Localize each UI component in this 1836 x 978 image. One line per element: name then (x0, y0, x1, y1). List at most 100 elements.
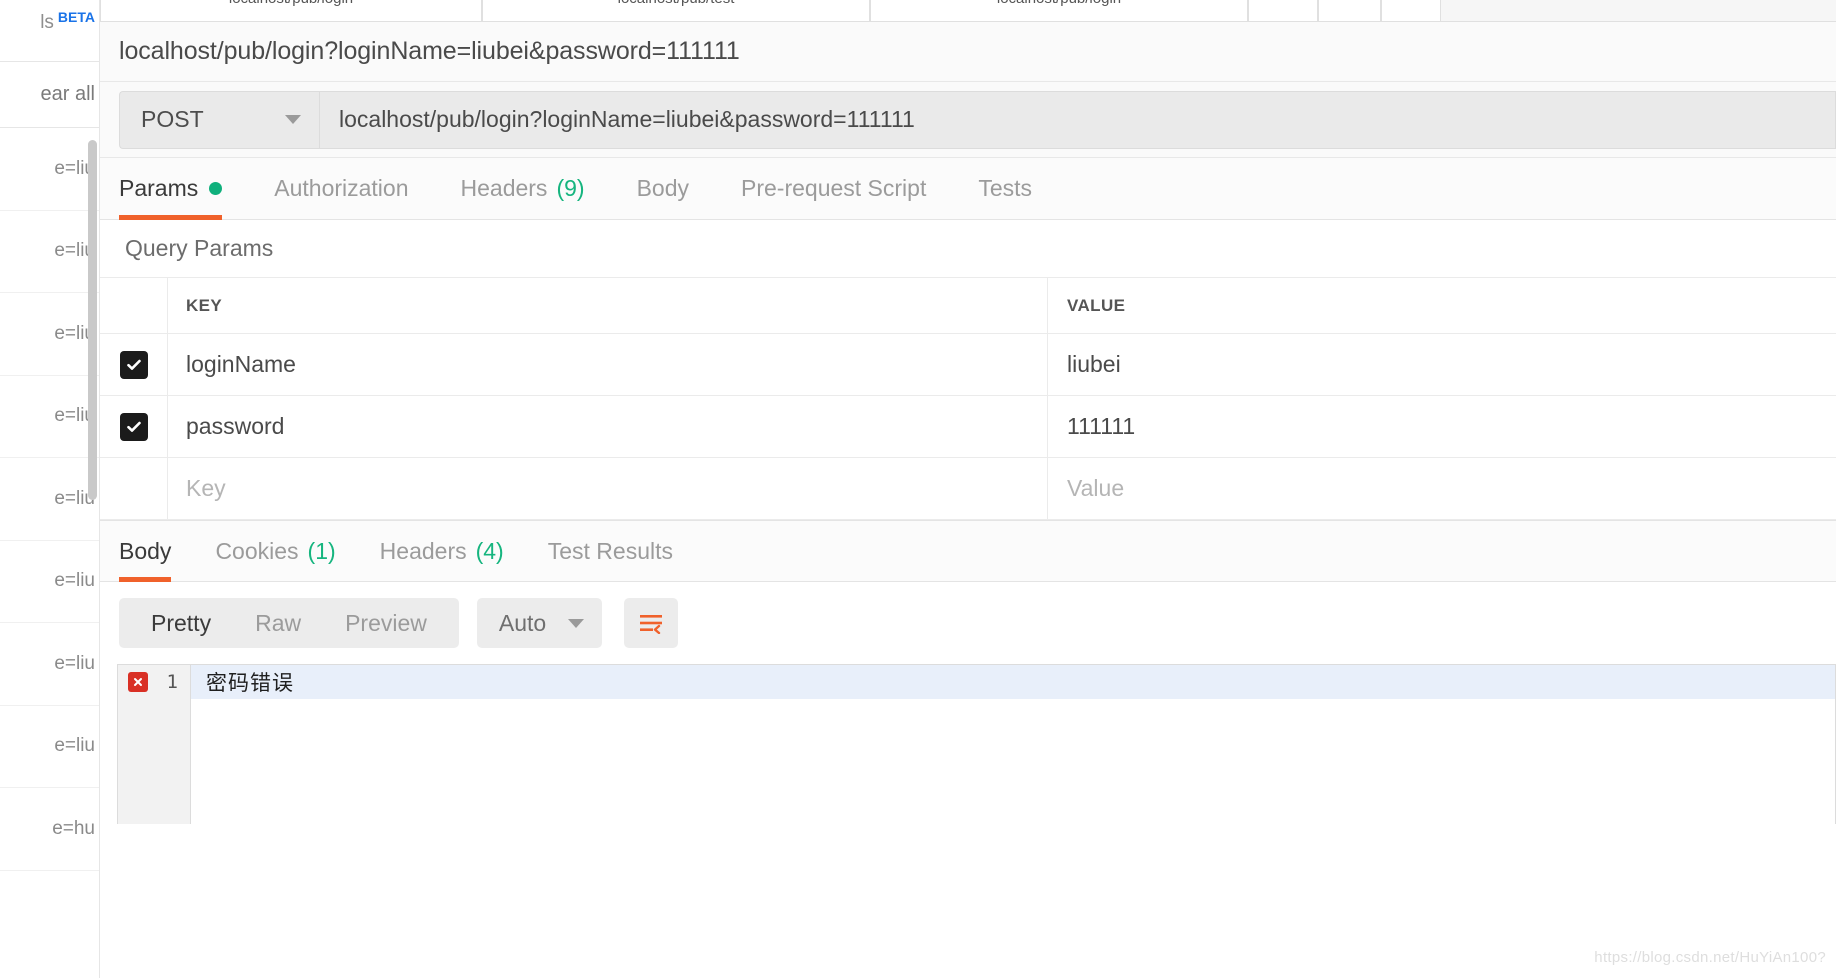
list-item[interactable]: e=liu (0, 128, 99, 211)
request-tab-label: localhost/pub/test (618, 0, 735, 7)
history-sidebar: ls BETA ear all e=liu e=liu e=liu e=liu … (0, 0, 100, 978)
response-format-select[interactable]: Auto (476, 598, 603, 648)
add-tab-button[interactable] (1381, 0, 1441, 21)
main-panel: localhost/pub/login localhost/pub/test l… (100, 0, 1836, 978)
cookies-count-badge: (1) (307, 537, 336, 564)
url-input[interactable]: localhost/pub/login?loginName=liubei&pas… (319, 90, 1836, 149)
query-params-table: KEY VALUE loginName liubei password 1111… (100, 278, 1836, 520)
param-key-input[interactable]: loginName (168, 334, 1048, 395)
view-mode-group: Pretty Raw Preview (119, 598, 459, 648)
row-checkbox-cell (100, 458, 168, 519)
request-tab[interactable]: localhost/pub/login (870, 0, 1248, 21)
request-tab[interactable] (1248, 0, 1318, 21)
beta-badge: BETA (57, 9, 95, 25)
response-body-editor[interactable]: 1 密码错误 (117, 664, 1836, 824)
tab-label: Headers (379, 537, 467, 564)
table-row: loginName liubei (100, 334, 1836, 396)
history-list: e=liu e=liu e=liu e=liu e=liu e=liu e=li… (0, 128, 99, 871)
request-title-bar: localhost/pub/login?loginName=liubei&pas… (100, 22, 1836, 82)
list-item[interactable]: e=liu (0, 211, 99, 293)
tab-tests[interactable]: Tests (978, 158, 1032, 220)
line-number-gutter-empty (118, 699, 191, 824)
request-tab-label: localhost/pub/login (229, 0, 353, 7)
tab-authorization[interactable]: Authorization (274, 158, 408, 220)
list-item[interactable]: e=liu (0, 458, 99, 541)
tab-response-cookies[interactable]: Cookies (1) (215, 520, 335, 582)
tab-label: Params (119, 175, 199, 201)
http-method-select[interactable]: POST (119, 90, 319, 149)
chevron-down-icon (285, 115, 301, 124)
wrap-lines-button[interactable] (624, 598, 679, 648)
tab-test-results[interactable]: Test Results (548, 520, 673, 582)
chevron-down-icon (568, 618, 585, 628)
view-mode-raw[interactable]: Raw (233, 610, 323, 637)
line-number-gutter: 1 (118, 665, 191, 699)
tab-body[interactable]: Body (637, 158, 689, 220)
tab-label: Test Results (547, 537, 673, 564)
response-body-toolbar: Pretty Raw Preview Auto (100, 582, 1836, 664)
tab-response-headers[interactable]: Headers (4) (380, 520, 504, 582)
url-bar: POST localhost/pub/login?loginName=liube… (100, 82, 1836, 158)
response-headers-count-badge: (4) (475, 537, 504, 564)
list-item[interactable]: e=liu (0, 293, 99, 376)
table-header-row: KEY VALUE (100, 278, 1836, 334)
row-checkbox-cell (100, 334, 168, 395)
param-value-input[interactable]: liubei (1048, 334, 1836, 395)
param-enabled-checkbox[interactable] (119, 350, 148, 379)
tab-label: Tests (978, 175, 1033, 201)
code-line: 1 密码错误 (118, 665, 1835, 699)
tab-label: Cookies (215, 537, 299, 564)
headers-count-badge: (9) (556, 175, 585, 201)
sidebar-header: ls BETA (0, 0, 99, 62)
view-mode-pretty[interactable]: Pretty (129, 610, 233, 637)
watermark: https://blog.csdn.net/HuYiAn100? (1594, 949, 1826, 966)
request-tab[interactable] (1318, 0, 1381, 21)
tab-headers[interactable]: Headers (9) (461, 158, 585, 220)
table-row: password 111111 (100, 396, 1836, 458)
request-section-tabs: Params Authorization Headers (9) Body Pr… (100, 158, 1836, 220)
params-indicator-dot (209, 182, 223, 195)
header-checkbox-cell (100, 278, 168, 333)
request-tab-strip: localhost/pub/login localhost/pub/test l… (100, 0, 1836, 22)
view-mode-preview[interactable]: Preview (323, 610, 449, 637)
postman-window: ls BETA ear all e=liu e=liu e=liu e=liu … (0, 0, 1836, 978)
tab-response-body[interactable]: Body (119, 520, 172, 582)
tab-params[interactable]: Params (119, 158, 223, 220)
page-title: localhost/pub/login?loginName=liubei&pas… (119, 37, 740, 65)
response-section-tabs: Body Cookies (1) Headers (4) Test Result… (100, 520, 1836, 582)
clear-all-button[interactable]: ear all (0, 62, 99, 128)
response-body-text: 密码错误 (206, 671, 294, 695)
tab-label: Authorization (274, 175, 409, 201)
sidebar-header-label: ls (40, 12, 54, 33)
new-param-key-input[interactable]: Key (168, 458, 1048, 519)
table-row-empty: Key Value (100, 458, 1836, 520)
request-tab[interactable]: localhost/pub/login (100, 0, 482, 21)
tab-label: Pre-request Script (741, 175, 927, 201)
http-method-label: POST (141, 106, 204, 132)
list-item[interactable]: e=liu (0, 376, 99, 458)
param-enabled-checkbox[interactable] (119, 412, 148, 441)
code-empty-area (118, 699, 1835, 824)
list-item[interactable]: e=liu (0, 541, 99, 623)
row-checkbox-cell (100, 396, 168, 457)
list-item[interactable]: e=liu (0, 706, 99, 788)
tab-label: Body (119, 537, 172, 564)
new-param-value-input[interactable]: Value (1048, 458, 1836, 519)
tab-label: Body (636, 175, 689, 201)
line-number: 1 (166, 671, 178, 693)
column-header-key: KEY (168, 278, 1048, 333)
error-icon (128, 672, 148, 692)
wrap-lines-icon (640, 615, 663, 634)
query-params-title: Query Params (100, 220, 1836, 278)
tab-label: Headers (460, 175, 548, 201)
request-tab-label: localhost/pub/login (997, 0, 1121, 7)
request-tab[interactable]: localhost/pub/test (482, 0, 870, 21)
param-key-input[interactable]: password (168, 396, 1048, 457)
param-value-input[interactable]: 111111 (1048, 396, 1836, 457)
column-header-value: VALUE (1067, 295, 1126, 315)
tab-pre-request-script[interactable]: Pre-request Script (741, 158, 926, 220)
sidebar-scrollbar[interactable] (88, 140, 97, 500)
response-format-label: Auto (498, 609, 547, 636)
list-item[interactable]: e=hu (0, 788, 99, 871)
list-item[interactable]: e=liu (0, 623, 99, 706)
